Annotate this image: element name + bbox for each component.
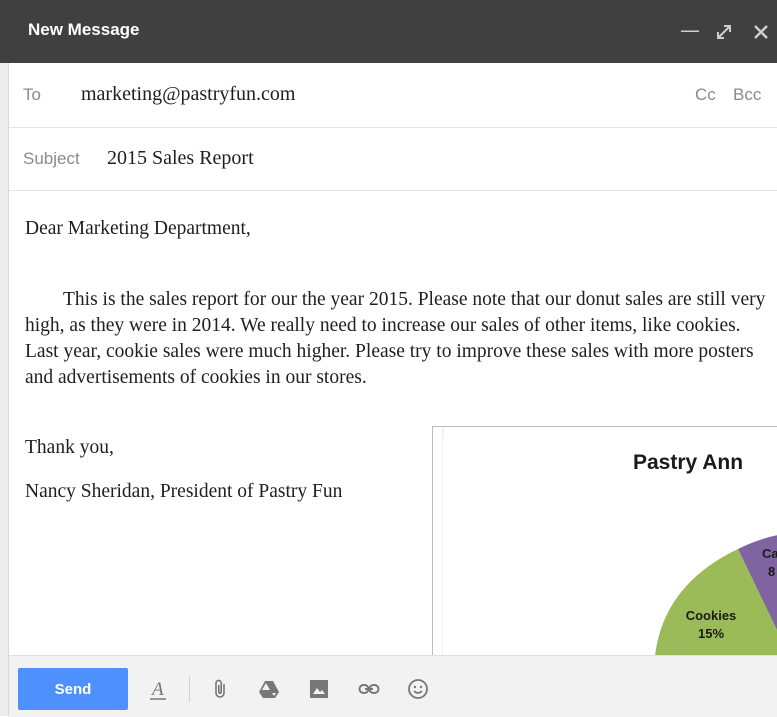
svg-text:A: A <box>150 679 164 700</box>
body-paragraph: This is the sales report for our the yea… <box>25 289 766 388</box>
window-title: New Message <box>28 20 140 39</box>
cakes-percent: 8 <box>768 564 775 579</box>
cc-link[interactable]: Cc <box>695 85 716 105</box>
photo-icon[interactable] <box>308 678 330 700</box>
subject-row[interactable]: Subject 2015 Sales Report <box>9 128 777 191</box>
link-icon[interactable] <box>358 678 380 700</box>
toolbar-divider <box>189 676 190 702</box>
cakes-label: Ca <box>762 546 777 561</box>
to-recipient[interactable]: marketing@pastryfun.com <box>81 83 295 106</box>
greeting: Dear Marketing Department, <box>25 218 251 239</box>
to-row[interactable]: To marketing@pastryfun.com Cc Bcc <box>9 63 777 128</box>
send-button[interactable]: Send <box>18 668 128 710</box>
emoji-icon[interactable] <box>407 678 429 700</box>
to-label: To <box>23 85 41 104</box>
formatting-icon[interactable]: A <box>147 678 169 700</box>
compose-titlebar: New Message — <box>0 0 777 63</box>
expand-icon[interactable] <box>714 22 734 42</box>
cookies-percent: 15% <box>698 626 724 641</box>
subject-label: Subject <box>23 149 80 168</box>
attach-icon[interactable] <box>210 678 232 700</box>
bcc-link[interactable]: Bcc <box>733 85 761 105</box>
subject-input[interactable]: 2015 Sales Report <box>107 147 254 170</box>
left-border <box>0 63 9 716</box>
cookies-label: Cookies <box>686 608 737 623</box>
close-icon[interactable] <box>752 23 770 41</box>
compose-toolbar: Send A <box>9 655 777 717</box>
drive-icon[interactable] <box>258 678 280 700</box>
minimize-icon[interactable]: — <box>680 18 700 42</box>
chart-title: Pastry Ann <box>633 451 743 474</box>
